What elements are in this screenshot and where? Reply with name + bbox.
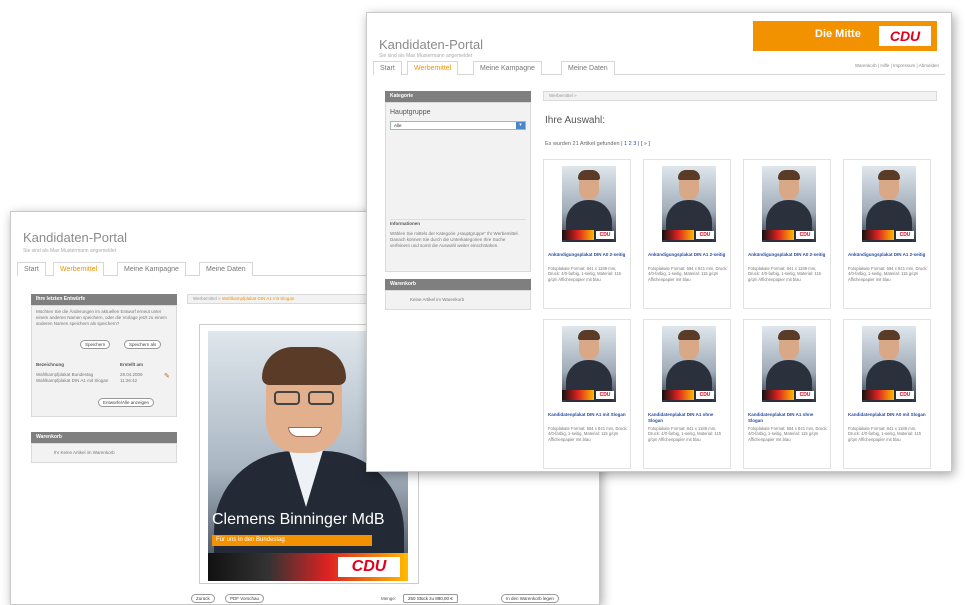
product-title[interactable]: Kandidatenplakat DIN A1 ohne Slogan bbox=[748, 412, 828, 424]
product-desc: Fotoplakate Format: 841 x 1189 mm, Druck… bbox=[648, 426, 722, 442]
col-date-header: Erstellt am bbox=[120, 362, 144, 367]
info-title: Informationen bbox=[390, 221, 420, 226]
product-title[interactable]: Ankündigungsplakat DIN A0 2-seitig bbox=[748, 252, 828, 258]
product-card[interactable]: CDU Ankündigungsplakat DIN A1 2-seitig F… bbox=[843, 159, 931, 309]
product-desc: Fotoplakate Format: 594 x 841 mm, Druck:… bbox=[748, 426, 828, 442]
product-title[interactable]: Kandidatenplakat DIN A1 mit Slogan bbox=[548, 412, 628, 418]
tab-daten[interactable]: Meine Daten bbox=[199, 262, 253, 276]
category-box: Hauptgruppe Alle ▾ Informationen Wählen … bbox=[385, 102, 531, 272]
hair-shape bbox=[262, 347, 346, 385]
product-desc: Fotoplakate Format: 841 x 1189 mm, Druck… bbox=[848, 426, 922, 442]
tab-werbemittel[interactable]: Werbemittel bbox=[407, 61, 459, 75]
save-as-button[interactable]: Speichern als bbox=[124, 340, 162, 349]
all-drafts-button[interactable]: Entwürfe/Alle anzeigen bbox=[98, 398, 155, 407]
product-thumbnail[interactable]: CDU bbox=[862, 326, 916, 402]
brand-slogan: Die Mitte bbox=[815, 28, 861, 40]
quantity-label: Menge: bbox=[381, 596, 397, 601]
portal-title: Kandidaten-Portal bbox=[23, 230, 128, 245]
tab-start[interactable]: Start bbox=[373, 61, 402, 75]
product-title[interactable]: Ankündigungsplakat DIN A0 2-seitig bbox=[548, 252, 628, 258]
cart-empty-text: Ihr Keine Artikel im Warenkorb bbox=[54, 450, 115, 455]
category-box-title: Kategorie bbox=[385, 91, 531, 102]
product-thumbnail[interactable]: CDU bbox=[862, 166, 916, 242]
product-title[interactable]: Ankündigungsplakat DIN A1 2-seitig bbox=[648, 252, 728, 258]
tab-werbemittel[interactable]: Werbemittel bbox=[53, 262, 105, 276]
draft-entry-name[interactable]: Wahlkampfplakat Bundestag Wahlkampfplaka… bbox=[36, 372, 116, 384]
product-thumbnail[interactable]: CDU bbox=[762, 326, 816, 402]
save-button[interactable]: Speichern bbox=[80, 340, 111, 349]
product-card[interactable]: CDU Kandidatenplakat DIN A1 mit Slogan F… bbox=[543, 319, 631, 469]
draft-entry-date: 28.04.2009 11:26:42 bbox=[120, 372, 143, 383]
cart-box-title: Warenkorb bbox=[31, 432, 177, 443]
results-text: Es wurden 21 Artikel gefunden bbox=[545, 141, 620, 147]
edit-pencil-icon[interactable]: ✎ bbox=[164, 372, 170, 380]
main-group-select[interactable]: Alle ▾ bbox=[390, 121, 526, 130]
drafts-box: Möchten Sie die Änderungen im aktuellen … bbox=[31, 305, 177, 417]
tab-start[interactable]: Start bbox=[17, 262, 46, 276]
cdu-logo: CDU bbox=[879, 26, 931, 46]
login-status: Sie sind als Max Mustermann angemeldet bbox=[23, 248, 117, 254]
product-desc: Fotoplakate Format: 594 x 841 mm, Druck:… bbox=[848, 266, 928, 282]
portal-title: Kandidaten-Portal bbox=[379, 37, 484, 52]
product-desc: Fotoplakate Format: 841 x 1189 mm, Druck… bbox=[548, 266, 622, 282]
glasses-right bbox=[308, 391, 334, 405]
col-name-header: Bezeichnung bbox=[36, 362, 65, 367]
product-title[interactable]: Kandidatenplakat DIN A1 ohne Slogan bbox=[648, 412, 728, 424]
drafts-hint: Möchten Sie die Änderungen im aktuellen … bbox=[36, 309, 167, 326]
product-title[interactable]: Ankündigungsplakat DIN A1 2-seitig bbox=[848, 252, 928, 258]
info-text: Wählen Sie mittels der Kategorie „Hauptg… bbox=[390, 231, 519, 248]
tab-kampagne[interactable]: Meine Kampagne bbox=[473, 61, 542, 75]
product-card[interactable]: CDU Ankündigungsplakat DIN A0 2-seitig F… bbox=[743, 159, 831, 309]
results-count: Es wurden 21 Artikel gefunden | 1 2 3 | … bbox=[545, 141, 650, 147]
product-title[interactable]: Kandidatenplakat DIN A0 mit Slogan bbox=[848, 412, 928, 418]
product-desc: Fotoplakate Format: 594 x 841 mm, Druck:… bbox=[648, 266, 728, 282]
cart-box: Ihr Keine Artikel im Warenkorb bbox=[31, 443, 177, 463]
product-card[interactable]: CDU Ankündigungsplakat DIN A0 2-seitig F… bbox=[543, 159, 631, 309]
poster-slogan: Für uns in den Bundestag bbox=[212, 535, 372, 546]
smile-shape bbox=[288, 427, 322, 437]
breadcrumb-parent[interactable]: Werbemittel » bbox=[193, 296, 221, 301]
poster-cdu-logo: CDU bbox=[338, 557, 400, 577]
pdf-preview-button[interactable]: PDF Vorschau bbox=[225, 594, 265, 603]
drafts-box-title: Ihre letzten Entwürfe bbox=[31, 294, 177, 305]
add-to-cart-button[interactable]: In den Warenkorb legen bbox=[501, 594, 559, 603]
main-group-label: Hauptgruppe bbox=[390, 109, 431, 116]
selection-heading: Ihre Auswahl: bbox=[545, 115, 606, 126]
login-status: Sie sind als Max Mustermann angemeldet bbox=[379, 53, 473, 59]
glasses-left bbox=[274, 391, 300, 405]
catalog-page-screenshot: Kandidaten-Portal Sie sind als Max Muste… bbox=[366, 12, 952, 472]
tab-kampagne[interactable]: Meine Kampagne bbox=[117, 262, 186, 276]
quantity-select[interactable]: 250 Stück zu 890,00 € bbox=[403, 594, 458, 603]
product-card[interactable]: CDU Kandidatenplakat DIN A1 ohne Slogan … bbox=[743, 319, 831, 469]
product-thumbnail[interactable]: CDU bbox=[662, 326, 716, 402]
product-card[interactable]: CDU Kandidatenplakat DIN A0 mit Slogan F… bbox=[843, 319, 931, 469]
brand-banner: Die Mitte CDU bbox=[753, 21, 937, 51]
tab-daten[interactable]: Meine Daten bbox=[561, 61, 615, 75]
cart-box-title: Warenkorb bbox=[385, 279, 531, 290]
product-thumbnail[interactable]: CDU bbox=[662, 166, 716, 242]
product-card[interactable]: CDU Ankündigungsplakat DIN A1 2-seitig F… bbox=[643, 159, 731, 309]
breadcrumb[interactable]: Werbemittel » bbox=[543, 91, 937, 101]
cart-box: Keine Artikel im Warenkorb bbox=[385, 290, 531, 310]
product-thumbnail[interactable]: CDU bbox=[762, 166, 816, 242]
product-card[interactable]: CDU Kandidatenplakat DIN A1 ohne Slogan … bbox=[643, 319, 731, 469]
pagination[interactable]: | 1 2 3 | [ » ] bbox=[621, 141, 650, 147]
main-group-value: Alle bbox=[394, 123, 402, 128]
divider bbox=[390, 219, 526, 220]
poster-candidate-name: Clemens Binninger MdB bbox=[212, 511, 385, 528]
cart-empty-text: Keine Artikel im Warenkorb bbox=[410, 297, 465, 302]
product-desc: Fotoplakate Format: 841 x 1189 mm, Druck… bbox=[748, 266, 822, 282]
breadcrumb-current: Wahlkampfplakat DIN A1 mit Slogan bbox=[221, 296, 295, 301]
chevron-down-icon[interactable]: ▾ bbox=[516, 122, 525, 129]
back-button[interactable]: Zurück bbox=[191, 594, 215, 603]
top-links[interactable]: Warenkorb | Hilfe | Impressum | Abmelden bbox=[855, 63, 939, 68]
main-tabs: Start Werbemittel Meine Kampagne Meine D… bbox=[373, 61, 945, 75]
product-thumbnail[interactable]: CDU bbox=[562, 166, 616, 242]
product-desc: Fotoplakate Format: 594 x 841 mm, Druck:… bbox=[548, 426, 628, 442]
product-thumbnail[interactable]: CDU bbox=[562, 326, 616, 402]
